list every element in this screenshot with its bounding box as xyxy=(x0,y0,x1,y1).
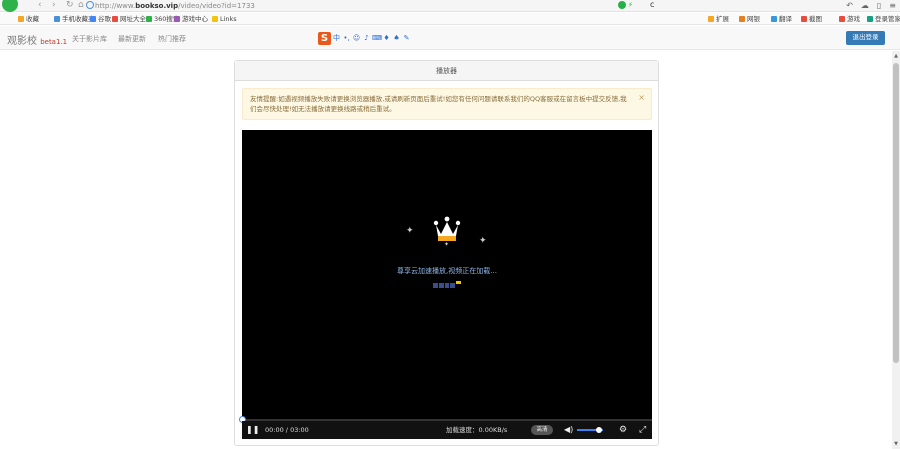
volume-slider[interactable] xyxy=(577,427,603,433)
keyboard-icon[interactable]: ⌨ xyxy=(372,33,382,44)
scroll-up-icon[interactable]: ▲ xyxy=(893,53,899,59)
punctuation-icon[interactable]: •, xyxy=(342,33,351,44)
logout-button[interactable]: 退出登录 xyxy=(846,31,885,45)
gear-icon[interactable]: ⚙ xyxy=(619,421,627,439)
ime-toolbar: S 中 •, ☺ ♪ ⌨ ♦ ♠ ✎ xyxy=(318,31,411,45)
url-input[interactable]: http://www.bookso.vip/video/video?id=173… xyxy=(95,1,610,11)
sparkle-icon: ✦ xyxy=(444,241,450,248)
warning-alert: 友情提醒:如遇视频播放失败请更换浏览器播放,或请刷新页面后重试!如您有任何问题请… xyxy=(242,88,652,120)
site-navbar: 观影校 beta1.1 关于影片库 最新更新 热门推荐 S 中 •, ☺ ♪ ⌨… xyxy=(0,26,900,50)
microphone-icon[interactable]: ♪ xyxy=(362,33,371,44)
browser-menu-icons: ↶ ☁ ▯ ≡ xyxy=(846,0,896,11)
scroll-thumb[interactable] xyxy=(893,63,899,363)
bookmark-item[interactable]: Links xyxy=(212,13,237,25)
fullscreen-icon[interactable]: ⤢ xyxy=(639,421,646,439)
nav-link-hot[interactable]: 热门推荐 xyxy=(158,34,186,44)
bookmark-icon xyxy=(771,16,777,22)
crown-icon xyxy=(433,216,461,241)
bookmark-item[interactable]: 游戏中心 xyxy=(174,13,208,25)
bookmark-icon xyxy=(54,16,60,22)
bookmarks-bar: 收藏 手机收藏夹 谷歌 网址大全 360搜索 游戏中心 Links 扩展 网银 翻译 截图 游戏 登录管… xyxy=(0,13,900,25)
sparkle-icon: ✦ xyxy=(479,236,487,246)
loading-text: 尊享云加速播放,视频正在加载... xyxy=(397,267,497,275)
cloud-icon[interactable]: ☁ xyxy=(861,0,869,11)
bookmark-item-right[interactable]: 截图 xyxy=(801,13,822,25)
tools-icon[interactable]: ✎ xyxy=(402,33,411,44)
player-panel: 播放器 友情提醒:如遇视频播放失败请更换浏览器播放,或请刷新页面后重试!如您有任… xyxy=(234,60,659,446)
volume-icon[interactable]: ◀) xyxy=(564,421,573,439)
tab-label[interactable]: c xyxy=(650,0,654,9)
panel-title: 播放器 xyxy=(235,61,658,81)
bookmark-icon xyxy=(867,16,873,22)
back-icon[interactable]: ‹ xyxy=(38,0,42,11)
emoji-icon[interactable]: ☺ xyxy=(352,33,361,44)
quality-button[interactable]: 高清 xyxy=(531,425,553,435)
page-scrollbar[interactable]: ▲ ▼ xyxy=(892,51,900,449)
sparkle-icon: ✦ xyxy=(406,226,414,236)
sogou-logo-icon[interactable]: S xyxy=(318,31,331,45)
bookmark-item-right[interactable]: 登录管家 xyxy=(867,13,900,25)
lightning-icon[interactable]: ⚡ xyxy=(628,1,633,9)
nav-link-library[interactable]: 关于影片库 xyxy=(72,34,107,44)
browser-logo-icon[interactable] xyxy=(2,0,18,12)
pause-icon[interactable]: ❚❚ xyxy=(246,421,259,439)
bookmark-item[interactable]: 谷歌 xyxy=(90,13,111,25)
site-security-icon[interactable] xyxy=(86,1,94,9)
phone-icon[interactable]: ▯ xyxy=(877,0,881,11)
bookmark-icon xyxy=(146,16,152,22)
bookmark-item-right[interactable]: 翻译 xyxy=(771,13,792,25)
scroll-down-icon[interactable]: ▼ xyxy=(893,441,899,447)
bookmark-item[interactable]: 收藏 xyxy=(18,13,39,25)
reload-icon[interactable]: ↻ xyxy=(66,0,74,11)
bookmark-item[interactable]: 网址大全 xyxy=(112,13,146,25)
bookmark-icon xyxy=(174,16,180,22)
bookmark-icon xyxy=(839,16,845,22)
skin-icon[interactable]: ♦ xyxy=(382,33,391,44)
bookmark-icon xyxy=(801,16,807,22)
bookmark-icon xyxy=(112,16,118,22)
menu-icon[interactable]: ≡ xyxy=(889,0,896,11)
home-icon[interactable]: ⌂ xyxy=(78,0,84,11)
bookmark-item[interactable]: 手机收藏夹 xyxy=(54,13,95,25)
bookmark-item-right[interactable]: 网银 xyxy=(739,13,760,25)
bookmark-icon xyxy=(708,16,714,22)
bookmark-item-right[interactable]: 游戏 xyxy=(839,13,860,25)
chinese-mode-icon[interactable]: 中 xyxy=(332,33,341,44)
alert-close-icon[interactable]: × xyxy=(638,93,645,103)
nav-link-latest[interactable]: 最新更新 xyxy=(118,34,146,44)
bookmark-item-right[interactable]: 扩展 xyxy=(708,13,729,25)
video-player[interactable]: ✦ ✦ ✦ 尊享云加速播放,视频正在加载... ❚❚ 00:00 / 03:00… xyxy=(239,130,652,439)
bookmark-icon xyxy=(18,16,24,22)
player-controls: ❚❚ 00:00 / 03:00 加载速度：0.00KB/s 高清 ◀) ⚙ ⤢ xyxy=(242,421,652,439)
browser-address-bar: ‹ › ↻ ⌂ http://www.bookso.vip/video/vide… xyxy=(0,0,900,12)
bookmark-icon xyxy=(739,16,745,22)
time-display: 00:00 / 03:00 xyxy=(265,426,309,434)
site-brand[interactable]: 观影校 beta1.1 xyxy=(7,32,67,47)
volume-handle[interactable] xyxy=(596,427,603,433)
loading-indicator xyxy=(433,281,461,288)
load-speed: 加载速度：0.00KB/s xyxy=(446,426,508,434)
extension-icon[interactable] xyxy=(618,1,626,9)
alert-text: 友情提醒:如遇视频播放失败请更换浏览器播放,或请刷新页面后重试!如您有任何问题请… xyxy=(250,95,627,113)
forward-icon[interactable]: › xyxy=(52,0,56,11)
bookmark-icon xyxy=(212,16,218,22)
undo-icon[interactable]: ↶ xyxy=(846,0,853,11)
shirt-icon[interactable]: ♠ xyxy=(392,33,401,44)
bookmark-icon xyxy=(90,16,96,22)
